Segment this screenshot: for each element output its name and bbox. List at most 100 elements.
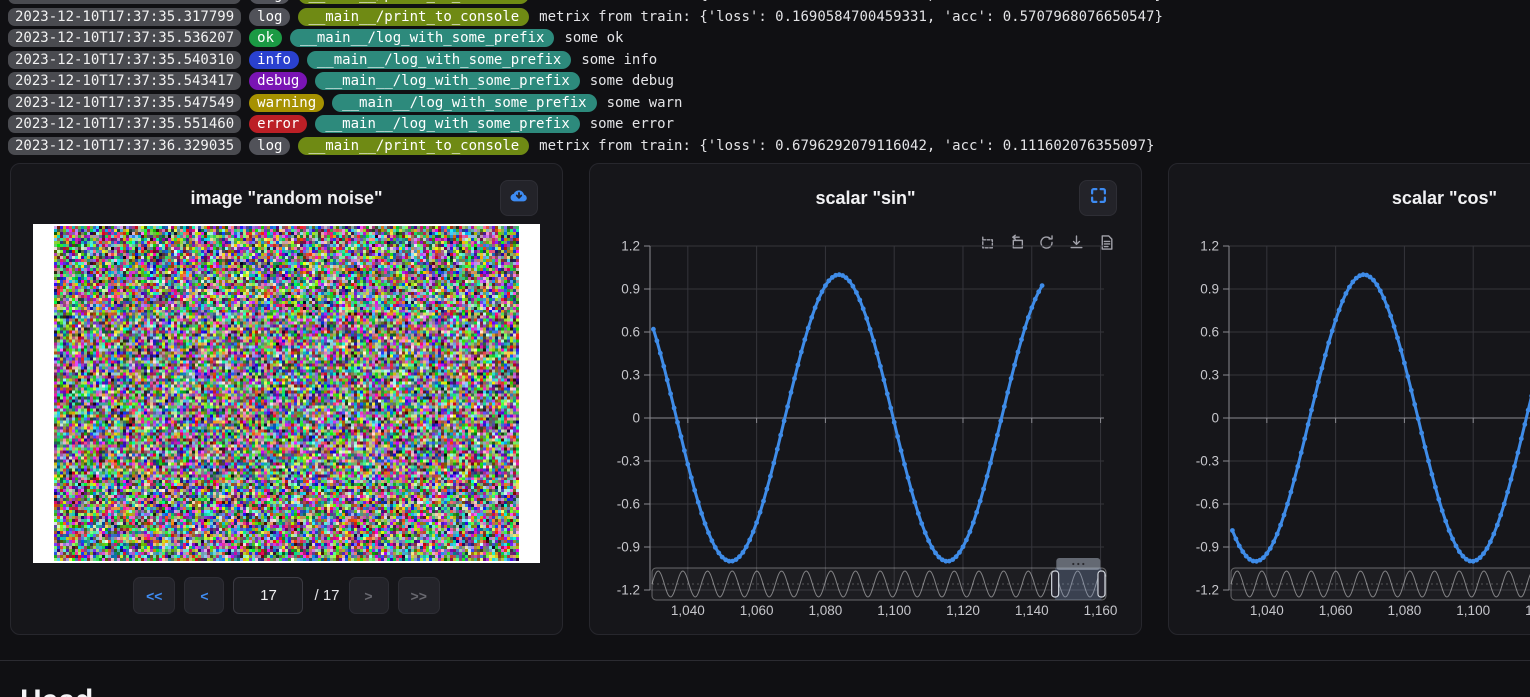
svg-text:1.2: 1.2 <box>621 239 640 254</box>
log-timestamp: 2023-12-10T17:37:35.543417 <box>8 72 241 90</box>
svg-text:1,060: 1,060 <box>740 603 774 618</box>
log-level-badge: log <box>249 137 290 155</box>
cos-chart-plot[interactable]: 1.20.90.60.30-0.3-0.6-0.9-1.21,0401,0601… <box>1169 226 1530 636</box>
sin-chart-plot[interactable]: 1.20.90.60.30-0.3-0.6-0.9-1.21,0401,0601… <box>590 226 1143 636</box>
svg-text:-0.6: -0.6 <box>617 497 640 512</box>
y-axis: 1.20.90.60.30-0.3-0.6-0.9-1.2 <box>1196 239 1229 598</box>
log-level-badge: ok <box>249 29 282 47</box>
log-level-badge: info <box>249 51 299 69</box>
log-row: 2023-12-10T17:37:35.551460 error __main__/… <box>8 115 1530 133</box>
svg-text:0.9: 0.9 <box>1200 282 1219 297</box>
sin-chart-area: 1.20.90.60.30-0.3-0.6-0.9-1.21,0401,0601… <box>590 226 1143 636</box>
svg-text:1,100: 1,100 <box>877 603 911 618</box>
datazoom-handle[interactable] <box>1052 571 1059 597</box>
prev-page-button[interactable]: < <box>184 577 224 614</box>
log-row: 2023-12-10T17:37:35.547549 warning __main_… <box>8 94 1530 112</box>
log-logger-badge: __main__/log_with_some_prefix <box>290 29 554 47</box>
log-message: metrix from train: {'loss': 0.1690584700… <box>539 0 1163 3</box>
log-message: some error <box>590 116 674 132</box>
log-row: 2023-12-10T17:37:36.329035log__main__/pr… <box>8 137 1530 155</box>
datazoom-slider[interactable] <box>652 558 1106 600</box>
log-console: 2023-12-10T17:37:35.317799 log __main__/pr… <box>8 0 1530 160</box>
svg-text:-0.6: -0.6 <box>1196 497 1219 512</box>
first-page-button[interactable]: << <box>133 577 175 614</box>
svg-text:-0.3: -0.3 <box>1196 454 1219 469</box>
log-timestamp: 2023-12-10T17:37:35.547549 <box>8 94 241 112</box>
cos-chart-area: 1.20.90.60.30-0.3-0.6-0.9-1.21,0401,0601… <box>1169 226 1530 636</box>
scalar-cos-card: scalar "cos" 1.20.90.60.30-0.3-0.6-0.9-1… <box>1168 163 1530 635</box>
log-level-badge: warning <box>249 94 324 112</box>
log-message: some warn <box>607 95 683 111</box>
cloud-download-icon <box>508 187 530 209</box>
log-logger-badge: __main__/print_to_console <box>298 8 529 26</box>
log-message: some ok <box>564 30 623 46</box>
log-logger-badge: __main__/log_with_some_prefix <box>332 94 596 112</box>
svg-text:1,140: 1,140 <box>1015 603 1049 618</box>
log-row: 2023-12-10T17:37:35.536207 ok __main__/log… <box>8 29 1530 47</box>
cos-card-header: scalar "cos" <box>1169 164 1530 224</box>
log-level-badge: log <box>249 0 290 4</box>
scalar-sin-card: scalar "sin" 1.20.90.60.30-0.3-0.6-0.9-1… <box>589 163 1142 635</box>
log-timestamp: 2023-12-10T17:37:36.329035 <box>8 137 241 155</box>
log-message: metrix from train: {'loss': 0.6796292079… <box>539 138 1154 154</box>
section-heading: Head <box>20 684 93 697</box>
log-message: some info <box>581 52 657 68</box>
log-logger-badge: __main__/log_with_some_prefix <box>307 51 571 69</box>
log-message: metrix from train: {'loss': 0.1690584700… <box>539 9 1163 25</box>
section-divider <box>0 660 1530 661</box>
log-row: 2023-12-10T17:37:35.317799 log __main__/pr… <box>8 0 1530 4</box>
log-level-badge: log <box>249 8 290 26</box>
svg-text:-1.2: -1.2 <box>1196 583 1219 598</box>
last-page-button[interactable]: >> <box>398 577 440 614</box>
svg-text:-0.9: -0.9 <box>617 540 640 555</box>
svg-text:1,080: 1,080 <box>809 603 843 618</box>
page-number-input[interactable] <box>233 577 303 614</box>
svg-text:-1.2: -1.2 <box>617 583 640 598</box>
log-level-badge: error <box>249 115 307 133</box>
datazoom-slider[interactable] <box>1231 558 1530 600</box>
log-timestamp: 2023-12-10T17:37:35.317799 <box>8 8 241 26</box>
log-logger-badge: __main__/log_with_some_prefix <box>315 72 579 90</box>
log-timestamp: 2023-12-10T17:37:35.540310 <box>8 51 241 69</box>
log-timestamp: 2023-12-10T17:37:35.317799 <box>8 0 241 4</box>
image-card-title: image "random noise" <box>11 188 562 209</box>
svg-text:0.3: 0.3 <box>1200 368 1219 383</box>
log-logger-badge: __main__/print_to_console <box>298 0 529 4</box>
y-axis: 1.20.90.60.30-0.3-0.6-0.9-1.2 <box>617 239 650 598</box>
log-message: some debug <box>590 73 674 89</box>
svg-text:1,120: 1,120 <box>1525 603 1530 618</box>
svg-text:-0.3: -0.3 <box>617 454 640 469</box>
svg-text:1,100: 1,100 <box>1456 603 1490 618</box>
log-level-badge: debug <box>249 72 307 90</box>
log-logger-badge: __main__/log_with_some_prefix <box>315 115 579 133</box>
random-noise-image <box>54 226 519 561</box>
cards-row: image "random noise" << < / 17 > >> <box>10 163 1530 635</box>
datazoom-handle[interactable] <box>1098 571 1105 597</box>
image-card: image "random noise" << < / 17 > >> <box>10 163 563 635</box>
sin-card-header: scalar "sin" <box>590 164 1141 224</box>
svg-text:1,060: 1,060 <box>1319 603 1353 618</box>
svg-text:1,120: 1,120 <box>946 603 980 618</box>
image-frame <box>33 224 540 563</box>
svg-text:1,040: 1,040 <box>1250 603 1284 618</box>
page-total-label: / 17 <box>314 587 339 604</box>
next-page-button[interactable]: > <box>349 577 389 614</box>
svg-text:0: 0 <box>1211 411 1219 426</box>
fullscreen-corners-icon <box>1090 187 1107 209</box>
svg-text:1,080: 1,080 <box>1388 603 1422 618</box>
fullscreen-button[interactable] <box>1079 180 1117 216</box>
svg-text:1,040: 1,040 <box>671 603 705 618</box>
log-timestamp: 2023-12-10T17:37:35.551460 <box>8 115 241 133</box>
download-button[interactable] <box>500 180 538 216</box>
svg-text:0.6: 0.6 <box>1200 325 1219 340</box>
log-row: 2023-12-10T17:37:35.317799 log __main__/pr… <box>8 8 1530 26</box>
log-row: 2023-12-10T17:37:35.543417 debug __main__/… <box>8 72 1530 90</box>
svg-text:0.3: 0.3 <box>621 368 640 383</box>
image-pagination: << < / 17 > >> <box>11 577 562 614</box>
sin-card-title: scalar "sin" <box>590 188 1141 209</box>
svg-text:1,160: 1,160 <box>1084 603 1118 618</box>
log-timestamp: 2023-12-10T17:37:35.536207 <box>8 29 241 47</box>
image-card-header: image "random noise" <box>11 164 562 224</box>
svg-text:1.2: 1.2 <box>1200 239 1219 254</box>
cos-card-title: scalar "cos" <box>1169 188 1530 209</box>
